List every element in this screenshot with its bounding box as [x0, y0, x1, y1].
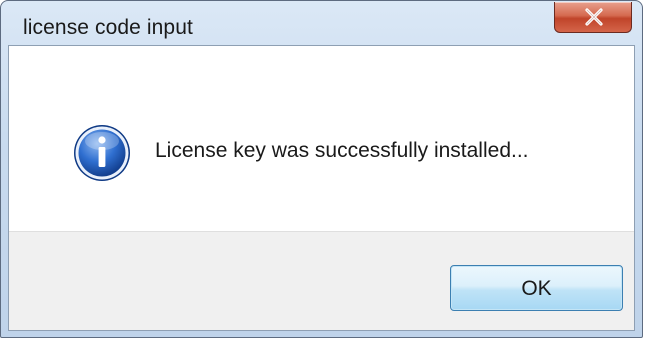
info-icon — [74, 125, 130, 181]
dialog-window: license code input License key was succe… — [0, 0, 643, 338]
title-bar[interactable]: license code input — [1, 1, 642, 45]
close-icon — [585, 8, 603, 26]
button-footer: OK — [9, 231, 634, 330]
message-text: License key was successfully installed..… — [155, 139, 529, 162]
message-area: License key was successfully installed..… — [9, 46, 634, 231]
dialog-client-area: License key was successfully installed..… — [8, 45, 635, 331]
close-button[interactable] — [554, 2, 632, 33]
ok-button[interactable]: OK — [450, 265, 623, 311]
window-title: license code input — [23, 16, 193, 39]
